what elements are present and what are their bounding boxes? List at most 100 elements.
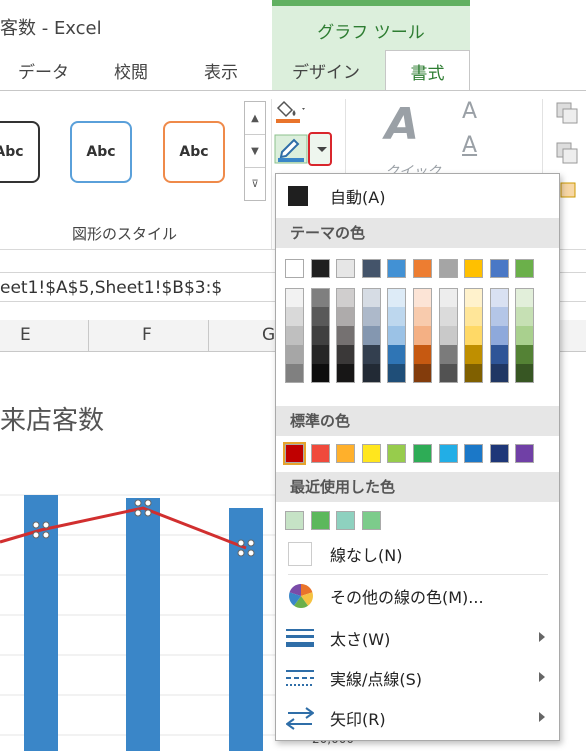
theme-color-swatch[interactable] (413, 259, 432, 278)
theme-shade-swatch[interactable] (515, 345, 535, 364)
theme-shade-swatch[interactable] (285, 326, 304, 345)
shape-outline-dropdown-button[interactable] (308, 132, 332, 166)
theme-shade-swatch[interactable] (285, 364, 304, 383)
tab-format[interactable]: 書式 (385, 50, 470, 92)
tab-data[interactable]: データ (18, 58, 69, 83)
theme-shade-swatch[interactable] (361, 326, 381, 345)
gallery-down-icon[interactable]: ▼ (245, 135, 265, 168)
theme-color-swatch[interactable] (387, 259, 407, 278)
tab-design[interactable]: デザイン (292, 58, 360, 83)
theme-shade-swatch[interactable] (310, 345, 330, 364)
theme-shade-swatch[interactable] (413, 345, 432, 364)
theme-shade-swatch[interactable] (413, 326, 432, 345)
theme-shade-swatch[interactable] (336, 345, 356, 364)
theme-color-swatch[interactable] (464, 259, 484, 278)
chart-title[interactable]: 来店客数 (0, 400, 104, 437)
theme-shade-swatch[interactable] (413, 307, 432, 326)
theme-shade-swatch[interactable] (464, 345, 484, 364)
recent-color-swatch[interactable] (336, 511, 356, 530)
shape-fill-icon[interactable] (276, 98, 306, 124)
theme-shade-swatch[interactable] (489, 288, 509, 307)
theme-shade-swatch[interactable] (310, 288, 330, 307)
theme-shade-swatch[interactable] (438, 288, 458, 307)
theme-shade-swatch[interactable] (285, 288, 304, 307)
text-fill-icon[interactable]: A (462, 99, 477, 124)
theme-color-swatch[interactable] (361, 259, 381, 278)
shape-style-3[interactable]: Abc (163, 121, 225, 183)
theme-shade-swatch[interactable] (336, 288, 356, 307)
standard-color-swatch[interactable] (336, 444, 356, 463)
theme-shade-swatch[interactable] (285, 345, 304, 364)
standard-color-swatch[interactable] (464, 444, 484, 463)
wordart-icon[interactable]: A (385, 99, 419, 150)
shape-style-2[interactable]: Abc (70, 121, 132, 183)
theme-color-swatch[interactable] (336, 259, 356, 278)
theme-shade-swatch[interactable] (361, 288, 381, 307)
theme-shade-swatch[interactable] (413, 364, 432, 383)
menu-item-automatic[interactable]: 自動(A) (276, 180, 559, 212)
theme-shade-swatch[interactable] (387, 326, 407, 345)
standard-color-swatch[interactable] (413, 444, 432, 463)
menu-item-arrows[interactable]: 矢印(R) (276, 702, 559, 734)
theme-shade-swatch[interactable] (515, 307, 535, 326)
theme-shade-swatch[interactable] (489, 307, 509, 326)
theme-shade-swatch[interactable] (336, 364, 356, 383)
theme-shade-swatch[interactable] (515, 364, 535, 383)
theme-color-swatch[interactable] (285, 259, 304, 278)
theme-shade-swatch[interactable] (310, 307, 330, 326)
theme-shade-swatch[interactable] (310, 364, 330, 383)
theme-shade-swatch[interactable] (438, 307, 458, 326)
style-gallery-scroll[interactable]: ▲ ▼ ⊽ (244, 101, 266, 201)
theme-shade-swatch[interactable] (515, 288, 535, 307)
theme-shade-swatch[interactable] (413, 288, 432, 307)
theme-shade-swatch[interactable] (489, 345, 509, 364)
menu-item-more-colors[interactable]: その他の線の色(M)... (276, 580, 559, 612)
theme-shade-swatch[interactable] (464, 364, 484, 383)
gallery-more-icon[interactable]: ⊽ (245, 168, 265, 201)
menu-item-dashes[interactable]: 実線/点線(S) (276, 662, 559, 694)
theme-color-swatch[interactable] (515, 259, 535, 278)
formula-text[interactable]: eet1!$A$5,Sheet1!$B$3:$ (0, 278, 222, 298)
theme-shade-swatch[interactable] (438, 364, 458, 383)
recent-color-swatch[interactable] (285, 511, 304, 530)
standard-color-swatch[interactable] (515, 444, 535, 463)
recent-color-swatch[interactable] (310, 511, 330, 530)
theme-shade-swatch[interactable] (438, 326, 458, 345)
shape-outline-icon[interactable] (274, 134, 308, 164)
theme-shade-swatch[interactable] (361, 364, 381, 383)
menu-item-weight[interactable]: 太さ(W) (276, 622, 559, 654)
text-outline-icon[interactable]: A (462, 133, 477, 158)
theme-shade-swatch[interactable] (464, 288, 484, 307)
theme-shade-swatch[interactable] (310, 326, 330, 345)
gallery-up-icon[interactable]: ▲ (245, 102, 265, 135)
standard-color-swatch[interactable] (489, 444, 509, 463)
theme-shade-swatch[interactable] (361, 345, 381, 364)
theme-shade-swatch[interactable] (285, 307, 304, 326)
standard-color-swatch[interactable] (438, 444, 458, 463)
theme-color-swatch[interactable] (489, 259, 509, 278)
theme-shade-swatch[interactable] (336, 326, 356, 345)
column-header-g[interactable]: G (262, 325, 275, 345)
theme-shade-swatch[interactable] (489, 364, 509, 383)
theme-color-swatch[interactable] (310, 259, 330, 278)
tab-review[interactable]: 校閲 (114, 58, 148, 83)
theme-shade-swatch[interactable] (464, 307, 484, 326)
theme-shade-swatch[interactable] (515, 326, 535, 345)
theme-shade-swatch[interactable] (464, 326, 484, 345)
column-header-e[interactable]: E (20, 325, 31, 345)
theme-shade-swatch[interactable] (387, 307, 407, 326)
theme-shade-swatch[interactable] (387, 364, 407, 383)
column-header-f[interactable]: F (142, 325, 152, 345)
shape-style-1[interactable]: Abc (0, 121, 40, 183)
theme-shade-swatch[interactable] (336, 307, 356, 326)
standard-color-swatch[interactable] (361, 444, 381, 463)
theme-color-swatch[interactable] (438, 259, 458, 278)
menu-item-no-line[interactable]: 線なし(N) (276, 538, 559, 570)
standard-color-swatch[interactable] (387, 444, 407, 463)
theme-shade-swatch[interactable] (387, 288, 407, 307)
theme-shade-swatch[interactable] (361, 307, 381, 326)
theme-shade-swatch[interactable] (438, 345, 458, 364)
theme-shade-swatch[interactable] (489, 326, 509, 345)
recent-color-swatch[interactable] (361, 511, 381, 530)
tab-view[interactable]: 表示 (204, 58, 238, 83)
